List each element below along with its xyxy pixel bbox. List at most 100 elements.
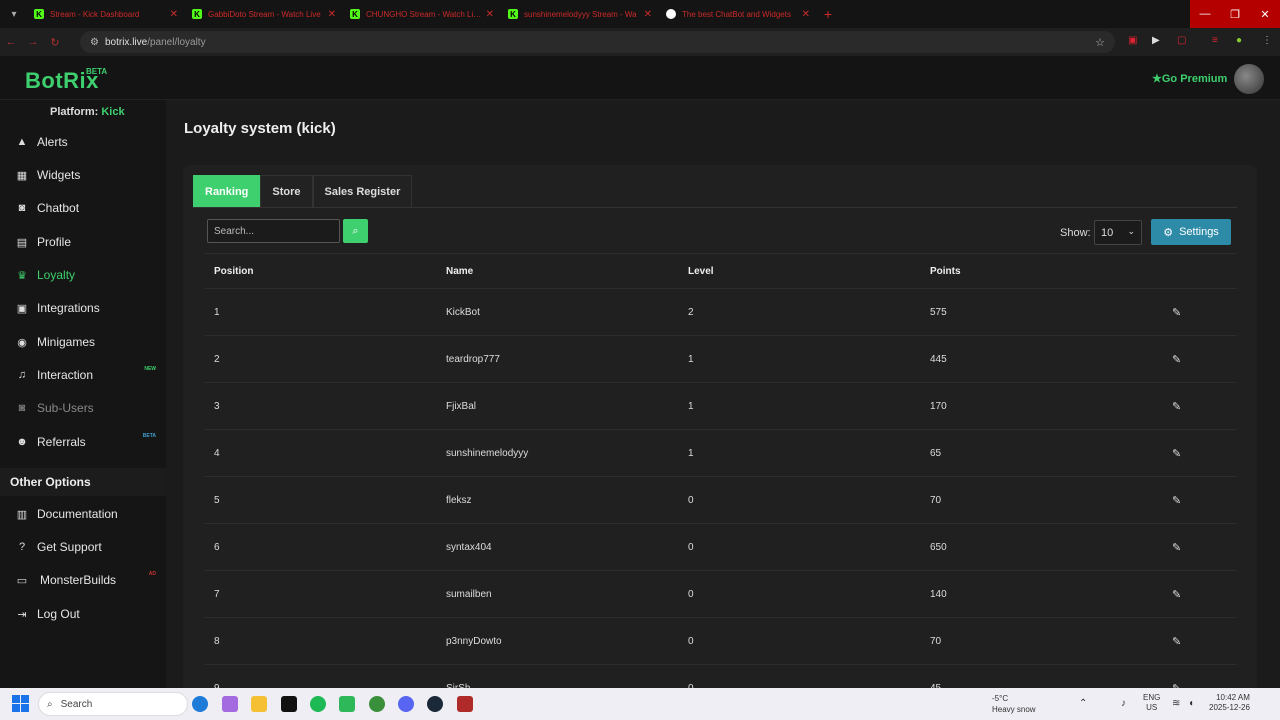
edge-icon[interactable] (192, 696, 208, 712)
search-button[interactable]: ⌕ (343, 219, 368, 243)
new-tab-button[interactable]: + (818, 6, 838, 22)
search-input[interactable] (207, 219, 340, 243)
app-icon[interactable] (339, 696, 355, 712)
reload-icon[interactable]: ↻ (44, 36, 66, 49)
tab-search-icon[interactable]: ▾ (0, 0, 28, 28)
sidebar-item-log-out[interactable]: ⇥ Log Out (0, 599, 166, 629)
cell-level: 2 (688, 306, 694, 318)
edit-pencil-icon[interactable]: ✎ (1172, 306, 1237, 319)
close-tab-icon[interactable]: ✕ (644, 9, 652, 20)
dota-icon[interactable] (457, 696, 473, 712)
browser-menu-icon[interactable]: ⋮ (1262, 35, 1272, 46)
sidebar-item-label: Loyalty (37, 268, 76, 282)
table-row: 8 p3nnyDowto 0 70 ✎ (204, 618, 1237, 665)
settings-button[interactable]: ⚙ Settings (1151, 219, 1231, 245)
back-icon[interactable]: ← (0, 36, 22, 48)
chevron-up-icon[interactable]: ⌃ (1079, 698, 1087, 709)
close-window-icon[interactable]: ✕ (1250, 0, 1280, 28)
browser-tab[interactable]: K CHUNGHO Stream - Watch Live ✕ (344, 0, 502, 28)
windows-start-icon[interactable] (12, 695, 30, 713)
go-premium-button[interactable]: ★Go Premium (1152, 72, 1227, 85)
music-icon: ♫ (17, 369, 27, 381)
sidebar-item-chatbot[interactable]: ◙ Chatbot (0, 193, 166, 223)
edit-pencil-icon[interactable]: ✎ (1172, 588, 1237, 601)
sidebar-item-profile[interactable]: ▤ Profile (0, 227, 166, 257)
address-bar-row: ← → ↻ ⚙ botrix.live/panel/loyalty ☆ ▣ ▶ … (0, 28, 1280, 56)
browser-tab-active[interactable]: The best ChatBot and Widgets ✕ (660, 0, 818, 28)
cell-name: fleksz (446, 494, 472, 506)
extension-icon[interactable]: ▢ (1177, 35, 1186, 46)
edit-pencil-icon[interactable]: ✎ (1172, 541, 1237, 554)
sidebar-item-integrations[interactable]: ▣ Integrations (0, 293, 166, 323)
sidebar-item-get-support[interactable]: ? Get Support (0, 532, 166, 562)
extension-icon[interactable]: ≡ (1212, 35, 1218, 46)
clock[interactable]: 10:42 AM 2025-12-26 (1209, 693, 1250, 713)
window-controls: — ❐ ✕ (1190, 0, 1280, 28)
sidebar-item-loyalty[interactable]: ♛ Loyalty (0, 260, 166, 290)
sidebar-item-widgets[interactable]: ▦ Widgets (0, 160, 166, 190)
profile-icon[interactable]: ● (1236, 35, 1242, 46)
forward-icon[interactable]: → (22, 36, 44, 48)
tab-sales-register[interactable]: Sales Register (312, 175, 413, 207)
column-header-position[interactable]: Position (204, 266, 446, 277)
sidebar-item-sub-users[interactable]: ◙ Sub-Users (0, 393, 166, 423)
go-premium-label: Go Premium (1161, 73, 1228, 85)
tab-ranking[interactable]: Ranking (193, 175, 261, 207)
site-info-icon[interactable]: ⚙ (90, 37, 99, 48)
browser-tab[interactable]: K Stream - Kick Dashboard ✕ (28, 0, 186, 28)
language-indicator[interactable]: ENG US (1143, 693, 1160, 713)
copilot-icon[interactable] (222, 696, 238, 712)
cell-level: 0 (688, 588, 694, 600)
close-tab-icon[interactable]: ✕ (802, 9, 810, 20)
edit-pencil-icon[interactable]: ✎ (1172, 353, 1237, 366)
cell-level: 0 (688, 635, 694, 647)
tiktok-icon[interactable] (281, 696, 297, 712)
gamepad-icon: ◉ (17, 336, 27, 349)
sidebar-item-interaction[interactable]: ♫ Interaction NEW (0, 360, 166, 390)
cell-position: 4 (214, 447, 220, 459)
taskbar-search[interactable]: ⌕ Search (38, 692, 188, 716)
browser-tab[interactable]: K GabbiDoto Stream - Watch Live ✕ (186, 0, 344, 28)
edit-pencil-icon[interactable]: ✎ (1172, 494, 1237, 507)
file-explorer-icon[interactable] (251, 696, 267, 712)
restore-icon[interactable]: ❐ (1220, 0, 1250, 28)
microphone-icon[interactable]: ♪ (1121, 698, 1126, 709)
sidebar-item-alerts[interactable]: ▲ Alerts (0, 127, 166, 157)
discord-icon[interactable] (398, 696, 414, 712)
browser-tab[interactable]: K sunshinemelodyyy Stream - Wa ✕ (502, 0, 660, 28)
spotify-icon[interactable] (310, 696, 326, 712)
steam-icon[interactable] (427, 696, 443, 712)
avatar[interactable] (1234, 64, 1264, 94)
loyalty-tabs: Ranking Store Sales Register (193, 175, 1237, 208)
tab-store[interactable]: Store (260, 175, 313, 207)
sidebar-item-monsterbuilds[interactable]: ▭ MonsterBuilds AD (0, 565, 166, 595)
show-label: Show: (1060, 227, 1091, 239)
chrome-icon[interactable] (369, 696, 385, 712)
extension-icon[interactable]: ▣ (1128, 35, 1137, 46)
bookmark-star-icon[interactable]: ☆ (1095, 36, 1105, 49)
minimize-icon[interactable]: — (1190, 0, 1220, 28)
sidebar-item-label: Alerts (37, 135, 68, 149)
close-tab-icon[interactable]: ✕ (486, 9, 494, 20)
weather-widget[interactable]: -5°C Heavy snow (992, 693, 1036, 715)
edit-pencil-icon[interactable]: ✎ (1172, 447, 1237, 460)
url-field[interactable]: ⚙ botrix.live/panel/loyalty ☆ (80, 31, 1115, 53)
robot-icon: ◙ (18, 402, 26, 414)
column-header-level[interactable]: Level (688, 266, 930, 277)
close-tab-icon[interactable]: ✕ (170, 9, 178, 20)
sidebar-item-documentation[interactable]: ▥ Documentation (0, 499, 166, 529)
play-extension-icon[interactable]: ▶ (1152, 35, 1160, 46)
volume-icon[interactable]: ◖ (1188, 698, 1194, 709)
sidebar-item-referrals[interactable]: ☻ Referrals BETA (0, 427, 166, 457)
edit-pencil-icon[interactable]: ✎ (1172, 400, 1237, 413)
wifi-icon[interactable]: ≋ (1172, 698, 1180, 709)
edit-pencil-icon[interactable]: ✎ (1172, 635, 1237, 648)
book-icon: ▥ (16, 508, 28, 521)
close-tab-icon[interactable]: ✕ (328, 9, 336, 20)
sidebar-item-minigames[interactable]: ◉ Minigames (0, 327, 166, 357)
taskbar-search-label: Search (60, 698, 93, 710)
column-header-name[interactable]: Name (446, 266, 688, 277)
column-header-points[interactable]: Points (930, 266, 1172, 277)
page-size-select[interactable]: 10 ⌄ (1094, 220, 1142, 245)
cell-name: teardrop777 (446, 353, 500, 365)
